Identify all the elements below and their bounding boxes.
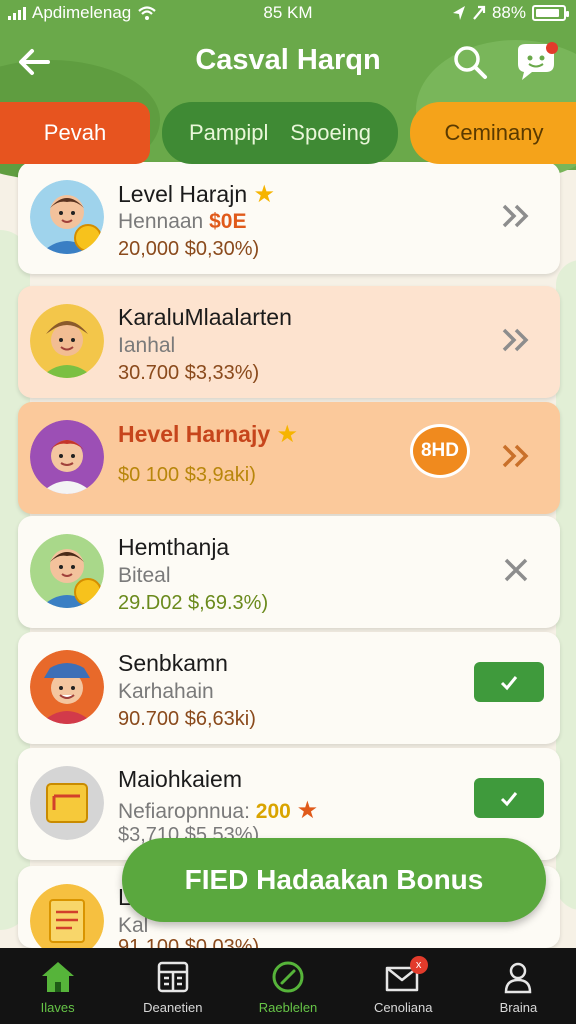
avatar [30, 650, 104, 724]
tab-bar: Pevah Pampipl Spoeing Ceminany [0, 100, 576, 164]
row-name: Hevel Harnajy ★ [118, 420, 298, 449]
row-sub: Karhahain [118, 680, 214, 703]
row-sub: Ianhal [118, 334, 176, 357]
nav-item-home[interactable]: Ilaves [0, 948, 115, 1024]
row-value: $0 100 $3,9aki) [118, 464, 256, 486]
avatar [30, 534, 104, 608]
star-icon: ★ [253, 181, 276, 208]
star-icon: ★ [276, 421, 299, 448]
nav-label: Ilaves [40, 1000, 75, 1015]
nav-item-profile[interactable]: Braina [461, 948, 576, 1024]
search-button[interactable] [450, 42, 490, 82]
location-icon [452, 6, 465, 20]
row-sub-text: Nefiaropnnua: [118, 800, 250, 823]
row-sub-text: Hennaan [118, 210, 204, 233]
notification-badge: x [409, 956, 428, 974]
calendar-icon [157, 961, 189, 993]
chat-badge[interactable]: 8HD [410, 424, 470, 478]
double-chevron-right-icon[interactable] [498, 322, 534, 358]
battery-percent: 88% [491, 3, 526, 22]
row-name: Senbkamn [118, 650, 228, 676]
app-bar: Casval Harqn [0, 30, 576, 94]
row-name: Level Harajn ★ [118, 180, 275, 209]
chat-bubble-icon [518, 42, 558, 80]
row-value: 20,000 $0,30%) [118, 238, 260, 260]
list-item[interactable]: KaraluMlaalarten Ianhal 30.700 $3,33%) [18, 286, 560, 398]
battery-icon [532, 5, 569, 21]
chevron-right-icon [500, 792, 518, 807]
go-button[interactable] [474, 778, 544, 818]
tab-pampipl[interactable]: Pampipl [189, 120, 268, 146]
chevron-right-icon [500, 676, 518, 691]
go-button[interactable] [474, 662, 544, 702]
nav-label: Raeblelen [258, 1000, 318, 1015]
row-name: KaraluMlaalarten [118, 304, 292, 330]
list-item[interactable]: Senbkamn Karhahain 90.700 $6,63ki) [18, 632, 560, 744]
row-value: 90.700 $6,63ki) [118, 708, 256, 730]
row-sub: Hennaan $0E [118, 210, 246, 234]
list-item[interactable]: Hemthanja Biteal 29.D02 $,69.3%) [18, 516, 560, 628]
tab-group: Pampipl Spoeing [162, 102, 398, 164]
avatar [30, 180, 104, 254]
nav-item-mail[interactable]: x Cenoliana [346, 948, 461, 1024]
avatar [30, 304, 104, 378]
star-icon: ★ [296, 797, 319, 824]
row-value: 30.700 $3,33%) [118, 362, 260, 384]
compass-icon [272, 961, 304, 993]
row-sub: Biteal [118, 564, 171, 587]
status-bar: Apdimelenag 85 KM 88% [0, 0, 576, 26]
nav-item-calendar[interactable]: Deanetien [115, 948, 230, 1024]
nav-label: Cenoliana [373, 1000, 433, 1015]
profile-icon [505, 962, 532, 994]
row-sub: Kal [118, 914, 149, 937]
avatar [30, 766, 104, 840]
nav-item-compass[interactable]: Raeblelen [230, 948, 345, 1024]
row-sub-highlight: $0E [209, 210, 247, 233]
signal-arrow-icon [473, 5, 486, 20]
avatar [30, 884, 104, 958]
list-item[interactable]: Level Harajn ★ Hennaan $0E 20,000 $0,30%… [18, 162, 560, 274]
search-icon [454, 46, 487, 79]
row-name-text: Hevel Harnajy [118, 421, 271, 447]
chat-button[interactable] [512, 40, 560, 84]
bonus-button[interactable]: FIED Hadaakan Bonus [122, 838, 546, 922]
row-sub: Nefiaropnnua: 200 ★ [118, 796, 318, 825]
row-value: 29.D02 $,69.3%) [118, 592, 269, 614]
bottom-nav: Ilaves Deanetien Raeblelen x Cenoliana B… [0, 948, 576, 1024]
nav-label: Deanetien [143, 1000, 203, 1015]
row-sub-highlight: 200 [255, 800, 291, 823]
tab-pevah[interactable]: Pevah [0, 102, 150, 164]
row-name-text: Level Harajn [118, 181, 248, 207]
tab-ceminany[interactable]: Ceminany [410, 102, 576, 164]
tab-spoeing[interactable]: Spoeing [290, 120, 371, 146]
tab-label: Pevah [43, 120, 107, 145]
close-icon[interactable] [498, 552, 534, 588]
tab-label: Ceminany [444, 120, 544, 145]
nav-label: Braina [499, 1000, 538, 1015]
row-name: Hemthanja [118, 534, 230, 560]
avatar [30, 420, 104, 494]
double-chevron-right-icon[interactable] [498, 198, 534, 234]
home-icon [41, 962, 74, 992]
list-item[interactable]: Hevel Harnajy ★ $0 100 $3,9aki) 8HD [18, 402, 560, 514]
double-chevron-right-icon[interactable] [498, 438, 534, 474]
row-name: Maiohkaiem [118, 766, 242, 792]
